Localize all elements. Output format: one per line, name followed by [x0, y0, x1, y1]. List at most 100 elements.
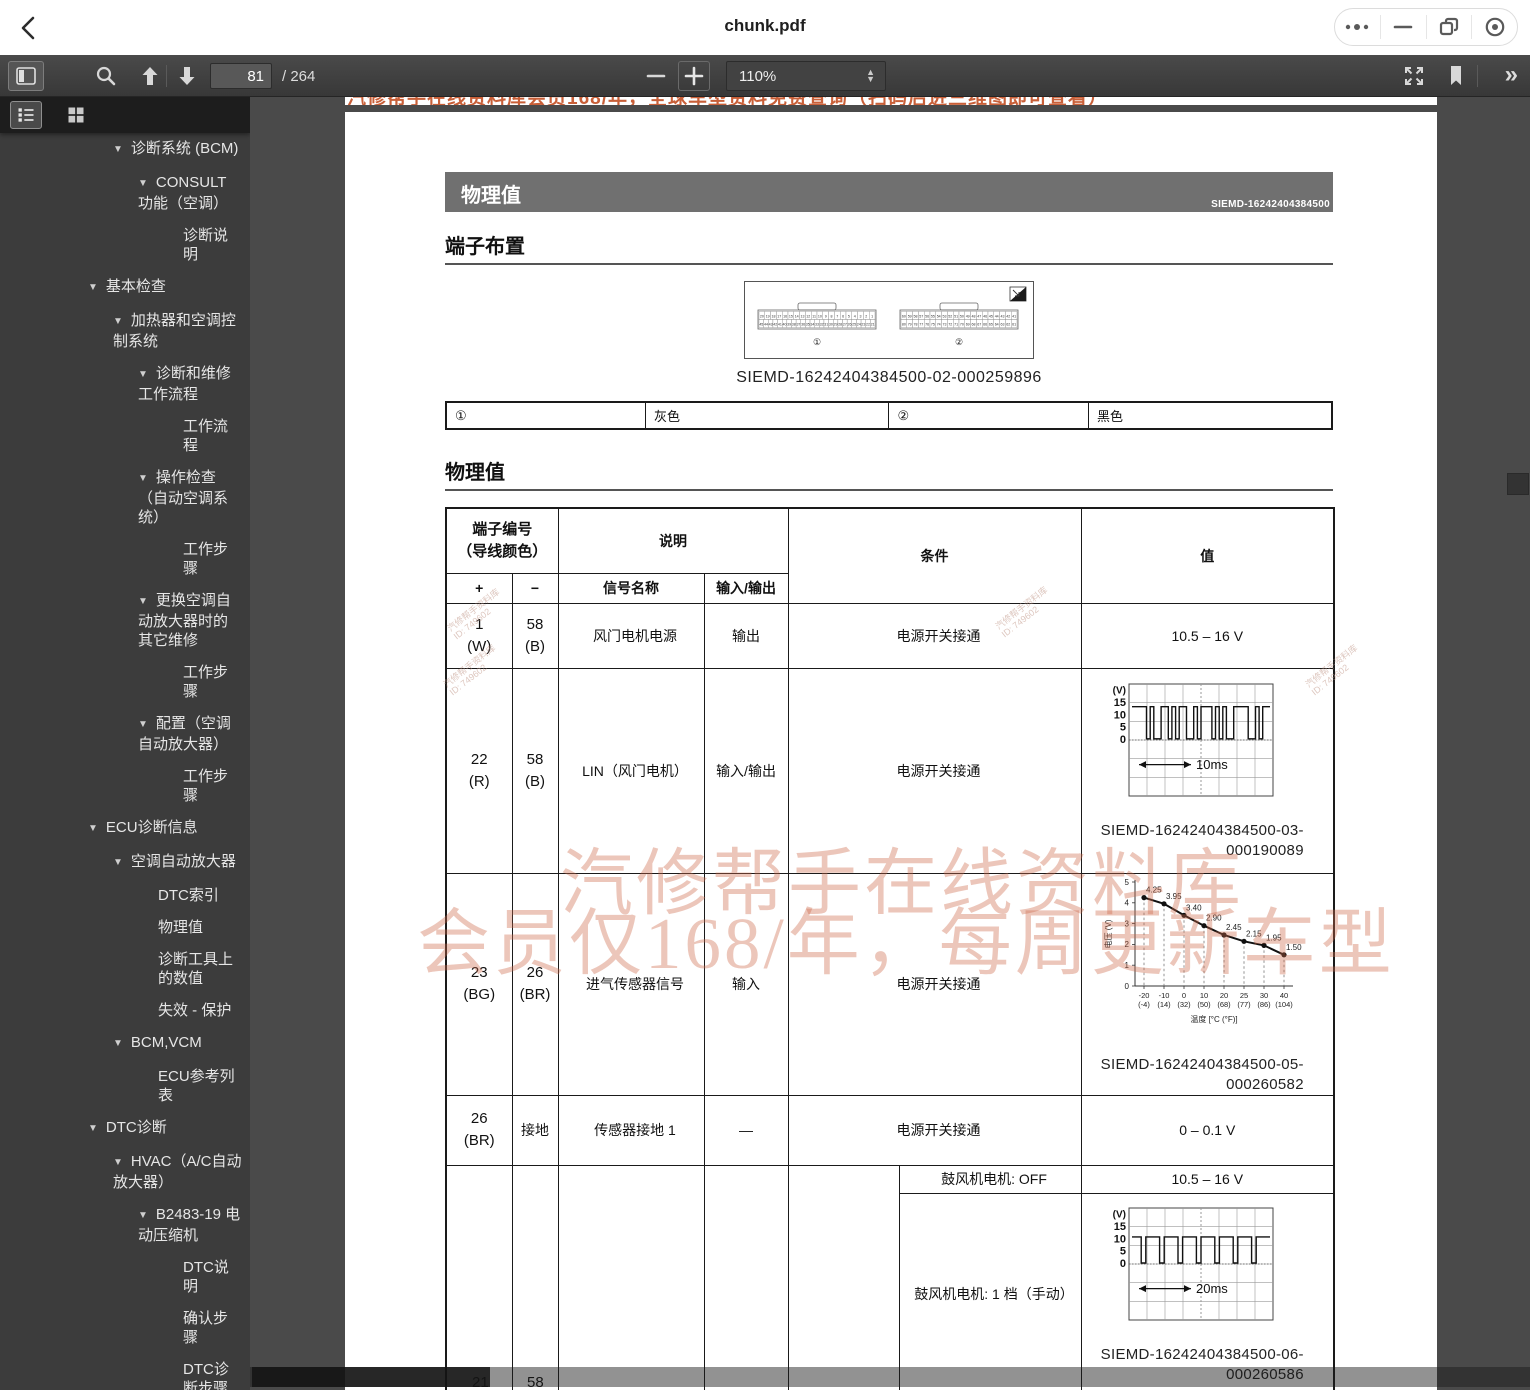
collapse-arrow-icon[interactable]: ▼	[113, 853, 123, 872]
connector-figure: 2019181716151413121110987654321454443424…	[445, 281, 1333, 387]
minimize-icon[interactable]	[1380, 15, 1426, 39]
zoom-in-button[interactable]	[678, 61, 710, 91]
heading-rule	[445, 489, 1333, 491]
toc-item[interactable]: ▼基本检查	[0, 277, 250, 298]
collapse-arrow-icon[interactable]: ▼	[88, 819, 98, 838]
svg-text:41: 41	[1012, 315, 1016, 319]
toc-item-label: 工作步骤	[183, 768, 228, 804]
collapse-arrow-icon[interactable]: ▼	[138, 592, 148, 611]
previous-page-icon[interactable]	[138, 64, 162, 88]
svg-text:17: 17	[777, 315, 781, 319]
zoom-out-icon[interactable]	[645, 64, 667, 88]
toc-item[interactable]: DTC说明	[0, 1258, 250, 1296]
toc-item-label: 空调自动放大器	[131, 853, 236, 870]
toc-item[interactable]: ▼ BCM,VCM	[0, 1033, 250, 1054]
vertical-scrollbar-thumb[interactable]	[1507, 473, 1529, 495]
toc-item[interactable]: 确认步骤	[0, 1309, 250, 1347]
toc-item[interactable]: ▼加热器和空调控制系统	[0, 311, 250, 351]
svg-text:62: 62	[1006, 323, 1010, 327]
svg-text:42: 42	[773, 323, 777, 327]
collapse-arrow-icon[interactable]: ▼	[88, 1119, 98, 1138]
toc-item-label: BCM,VCM	[131, 1034, 202, 1051]
toc-item[interactable]: ▼CONSULT 功能（空调）	[0, 173, 250, 213]
page-number-input[interactable]	[210, 63, 272, 89]
svg-text:23: 23	[861, 323, 865, 327]
svg-text:8: 8	[831, 315, 833, 319]
col-value: 值	[1081, 508, 1334, 603]
svg-text:37: 37	[796, 323, 800, 327]
svg-text:50: 50	[960, 315, 964, 319]
svg-text:0: 0	[1120, 1258, 1126, 1270]
toc-item[interactable]: 诊断工具上的数值	[0, 950, 250, 988]
toc-item[interactable]: ▼ DTC诊断	[0, 1118, 250, 1139]
toc-item[interactable]: 工作步骤	[0, 540, 250, 578]
toc-list: ▼诊断系统 (BCM) ▼CONSULT 功能（空调） 诊断说明 ▼基本检查 ▼加热器和…	[0, 133, 250, 1390]
pdf-toolbar: / 264 110% ▲▼ »	[0, 55, 1530, 97]
temperature-graph-figure: 012345电压 (V)4.253.953.402.902.452.151.95…	[1101, 874, 1314, 1095]
toc-item[interactable]: ▼ECU诊断信息	[0, 818, 250, 839]
svg-text:(V): (V)	[1112, 1209, 1125, 1220]
toc-item-label: HVAC（A/C自动放大器）	[113, 1153, 241, 1191]
outline-view-button[interactable]	[10, 101, 42, 129]
collapse-arrow-icon[interactable]: ▼	[113, 312, 123, 331]
toc-item[interactable]: ECU参考列表	[0, 1067, 250, 1105]
sidebar-toggle-button[interactable]	[8, 61, 44, 91]
target-close-icon[interactable]	[1471, 15, 1517, 39]
collapse-arrow-icon[interactable]: ▼	[113, 140, 123, 159]
svg-text:54: 54	[937, 315, 941, 319]
collapse-arrow-icon[interactable]: ▼	[138, 365, 148, 384]
toc-item[interactable]: ▼操作检查（自动空调系统）	[0, 468, 250, 527]
toc-item-label: DTC诊断	[106, 1119, 167, 1136]
pdf-page: 汽修帮手在线资料库 会员仅168/年，每周更新车型 物理值 SIEMD-1624…	[345, 112, 1437, 1390]
toolbar-divider	[166, 65, 167, 87]
next-page-icon[interactable]	[175, 64, 199, 88]
toc-item[interactable]: 工作步骤	[0, 663, 250, 701]
toc-item[interactable]: 物理值	[0, 918, 250, 937]
toc-item[interactable]: ▼诊断系统 (BCM)	[0, 139, 250, 160]
svg-text:2: 2	[865, 315, 867, 319]
svg-text:27: 27	[843, 323, 847, 327]
collapse-arrow-icon[interactable]: ▼	[88, 278, 98, 297]
bookmark-icon[interactable]	[1446, 64, 1466, 88]
svg-text:(68): (68)	[1217, 1000, 1231, 1009]
toc-item[interactable]: ▼更换空调自动放大器时的其它维修	[0, 591, 250, 650]
toc-item[interactable]: ▼诊断和维修工作流程	[0, 364, 250, 404]
toc-item[interactable]: ▼B2483-19 电动压缩机	[0, 1205, 250, 1245]
horizontal-scrollbar-thumb[interactable]	[252, 1367, 490, 1387]
toc-item[interactable]: 失效 - 保护	[0, 1001, 250, 1020]
collapse-arrow-icon[interactable]: ▼	[138, 174, 148, 193]
svg-text:41: 41	[778, 323, 782, 327]
svg-text:①: ①	[813, 337, 821, 347]
graph-cell: 012345电压 (V)4.253.953.402.902.452.151.95…	[1081, 873, 1334, 1095]
more-options-icon[interactable]	[1335, 15, 1380, 39]
svg-text:25: 25	[1240, 991, 1248, 1000]
toc-item[interactable]: ▼ 空调自动放大器	[0, 852, 250, 873]
toc-item[interactable]: 工作步骤	[0, 767, 250, 805]
connector1-color: 灰色	[646, 402, 889, 429]
svg-text:34: 34	[810, 323, 814, 327]
thumbnails-view-button[interactable]	[60, 101, 92, 129]
svg-text:44: 44	[764, 323, 768, 327]
toc-item[interactable]: DTC索引	[0, 886, 250, 905]
collapse-arrow-icon[interactable]: ▼	[138, 715, 148, 734]
svg-text:74: 74	[937, 323, 941, 327]
svg-text:43: 43	[1001, 315, 1005, 319]
toc-item[interactable]: 工作流程	[0, 417, 250, 455]
search-icon[interactable]	[94, 64, 118, 88]
zoom-level-select[interactable]: 110% ▲▼	[726, 61, 886, 91]
restore-window-icon[interactable]	[1426, 15, 1472, 39]
horizontal-scrollbar[interactable]	[250, 1367, 1530, 1387]
more-tools-icon[interactable]: »	[1505, 61, 1518, 89]
collapse-arrow-icon[interactable]: ▼	[138, 1206, 148, 1225]
toc-item[interactable]: DTC诊断步骤	[0, 1360, 250, 1390]
collapse-arrow-icon[interactable]: ▼	[138, 469, 148, 488]
toc-item-label: DTC说明	[183, 1259, 229, 1295]
section-code: SIEMD-16242404384500	[1211, 199, 1330, 210]
fullscreen-icon[interactable]	[1402, 64, 1426, 88]
collapse-arrow-icon[interactable]: ▼	[113, 1153, 123, 1172]
collapse-arrow-icon[interactable]: ▼	[113, 1034, 123, 1053]
toc-item[interactable]: 诊断说明	[0, 226, 250, 264]
toc-item[interactable]: ▼HVAC（A/C自动放大器）	[0, 1152, 250, 1192]
toc-item[interactable]: ▼配置（空调自动放大器）	[0, 714, 250, 754]
svg-text:(-4): (-4)	[1138, 1000, 1150, 1009]
